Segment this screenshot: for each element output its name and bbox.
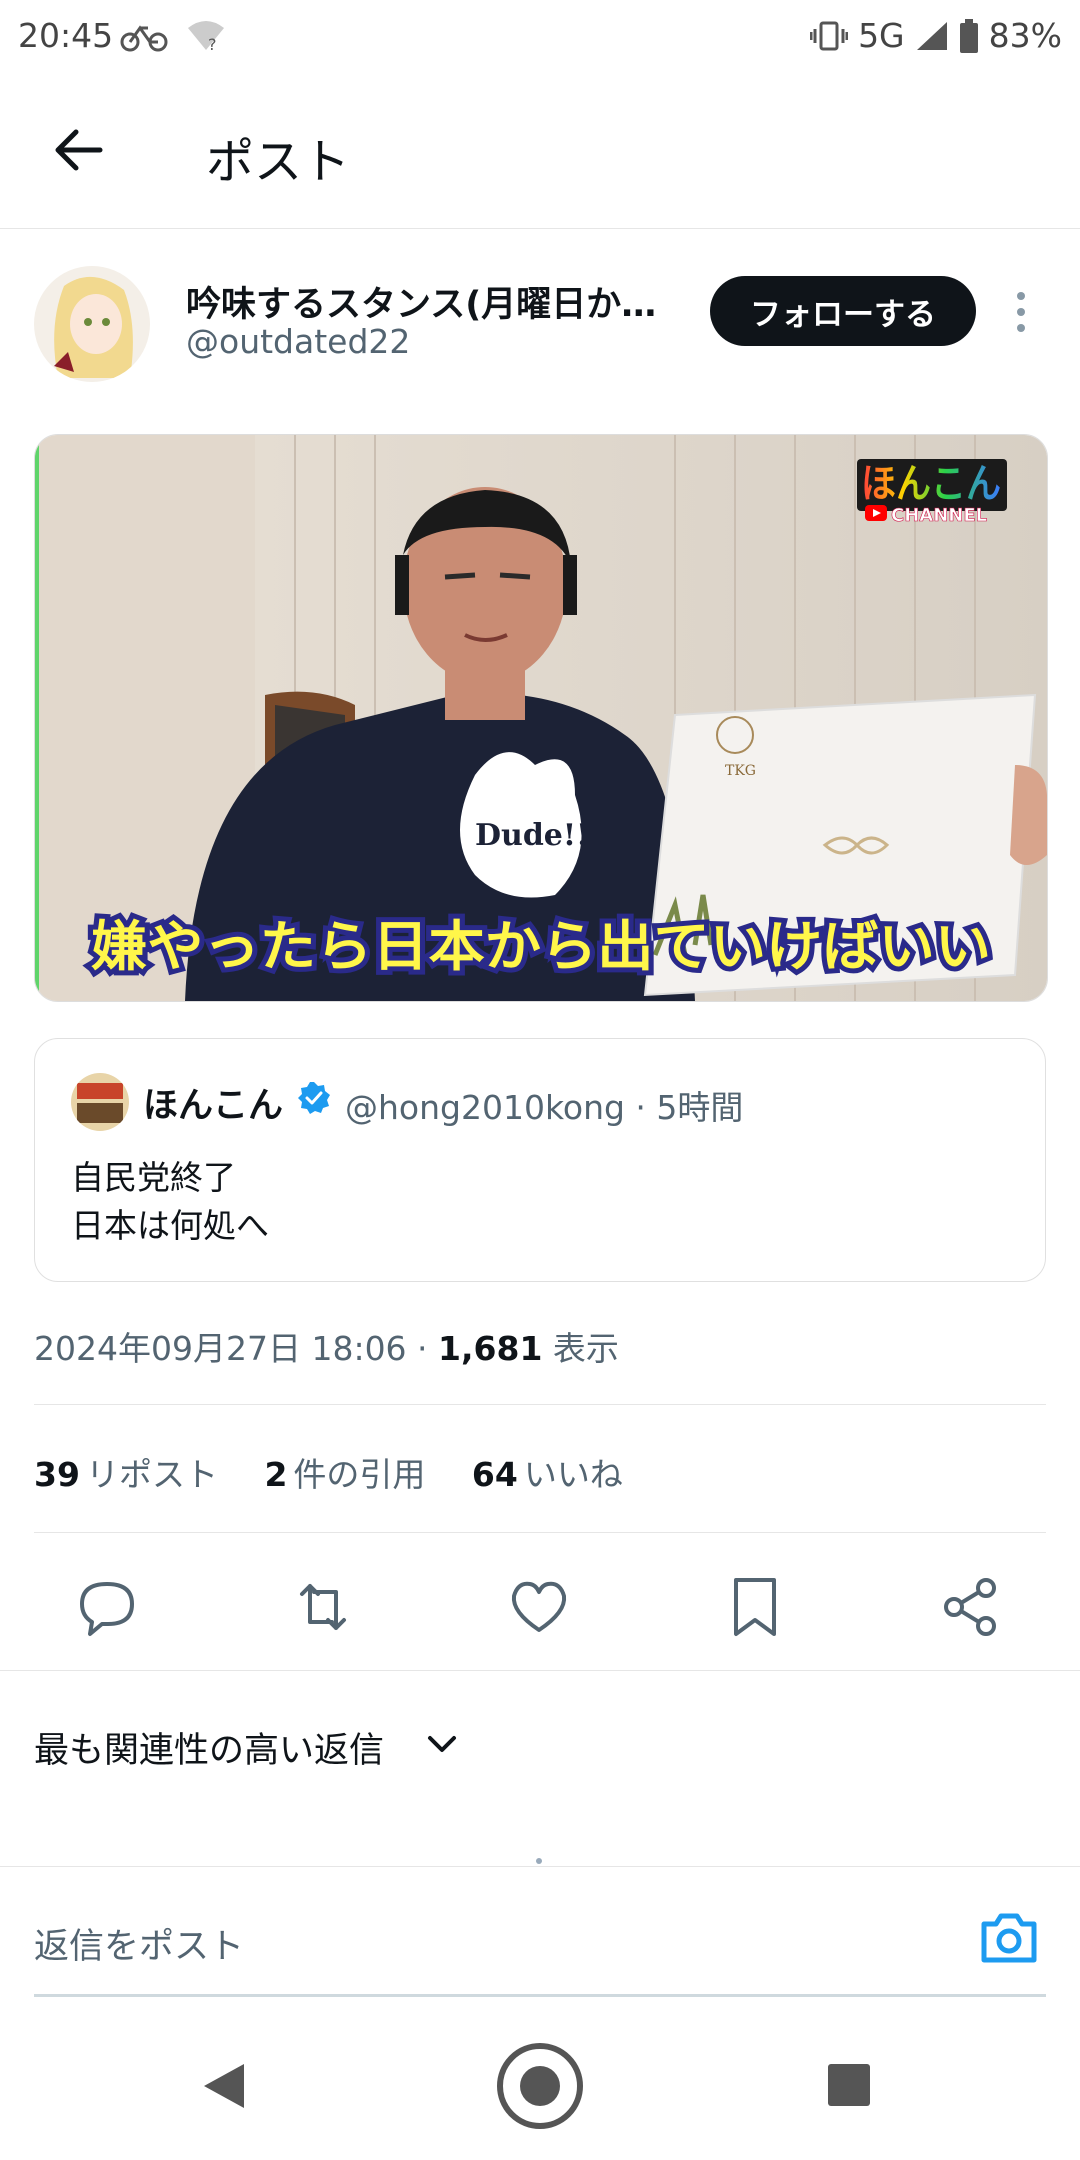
signal-icon [916,21,947,50]
view-count: 1,681 [438,1329,543,1368]
status-bar: 20:45 ? 5G 83% [0,0,1080,72]
reply-input[interactable]: 返信をポスト [34,1918,244,1969]
system-nav-bar [0,2036,1080,2160]
author-name[interactable]: 吟味するスタンス(月曜日か… [186,276,686,327]
quote-avatar[interactable] [71,1073,129,1131]
reposts-stat[interactable]: 39 リポスト [34,1455,218,1494]
bookmark-icon[interactable] [720,1572,790,1642]
reply-icon[interactable] [72,1572,142,1642]
view-label: 表示 [542,1329,619,1368]
author-avatar[interactable] [34,266,150,382]
post-datetime: 2024年09月27日 18:06 · [34,1329,439,1368]
quote-handle-time: @hong2010kong · 5時間 [345,1088,744,1127]
chevron-down-icon[interactable] [424,1726,460,1762]
top-header: ポスト [0,72,1080,229]
divider [0,1866,1080,1867]
author-handle[interactable]: @outdated22 [186,322,410,361]
network-label: 5G [858,16,905,55]
camera-icon[interactable] [978,1908,1040,1966]
engagement-stats: 39 リポスト 2 件の引用 64 いいね [34,1448,659,1496]
more-vertical-icon[interactable] [1006,290,1036,334]
svg-text:ほんこん: ほんこん [861,461,1001,507]
likes-stat[interactable]: 64 いいね [472,1455,623,1494]
shirt-text: Dude!! [475,818,589,853]
repost-icon[interactable] [288,1572,358,1642]
wifi-icon: ? [186,20,226,60]
page-title: ポスト [206,134,351,190]
status-right: 5G 83% [810,16,1062,55]
reply-sort-label[interactable]: 最も関連性の高い返信 [34,1722,384,1773]
divider [34,1532,1046,1533]
post-media[interactable]: Dude!! TKG ほんこん CHANNEL 嫌やったら日本から出ていけばいい [34,434,1048,1002]
nav-recents-icon[interactable] [826,2062,872,2112]
status-time: 20:45 [18,16,114,55]
quote-author-name: ほんこん [143,1086,284,1126]
divider [34,1404,1046,1405]
post-meta: 2024年09月27日 18:06 · 1,681 表示 [34,1322,619,1370]
media-caption: 嫌やったら日本から出ていけばいい [91,915,991,978]
quote-text-line1: 自民党終了 [71,1158,236,1197]
svg-text:CHANNEL: CHANNEL [891,505,987,526]
nav-home-icon[interactable] [494,2040,586,2136]
back-arrow-icon[interactable] [48,118,112,182]
battery-icon [959,18,978,53]
loading-dot [536,1858,542,1864]
quote-text-line2: 日本は何処へ [71,1206,269,1245]
follow-button[interactable]: フォローする [710,276,976,346]
quoted-post[interactable]: ほんこん @hong2010kong · 5時間 自民党終了 日本は何処へ [34,1038,1046,1282]
verified-icon [297,1081,331,1115]
divider [0,1670,1080,1671]
like-icon[interactable] [504,1572,574,1642]
quotes-stat[interactable]: 2 件の引用 [264,1455,425,1494]
laptop-text: TKG [725,763,756,779]
svg-text:?: ? [208,35,217,52]
reply-input-underline [34,1994,1046,1997]
nav-back-icon[interactable] [198,2058,250,2118]
bike-icon [120,20,168,60]
channel-logo: ほんこん CHANNEL [857,459,1007,526]
share-icon[interactable] [936,1572,1006,1642]
battery-level: 83% [988,16,1062,55]
vibrate-icon [810,21,849,50]
